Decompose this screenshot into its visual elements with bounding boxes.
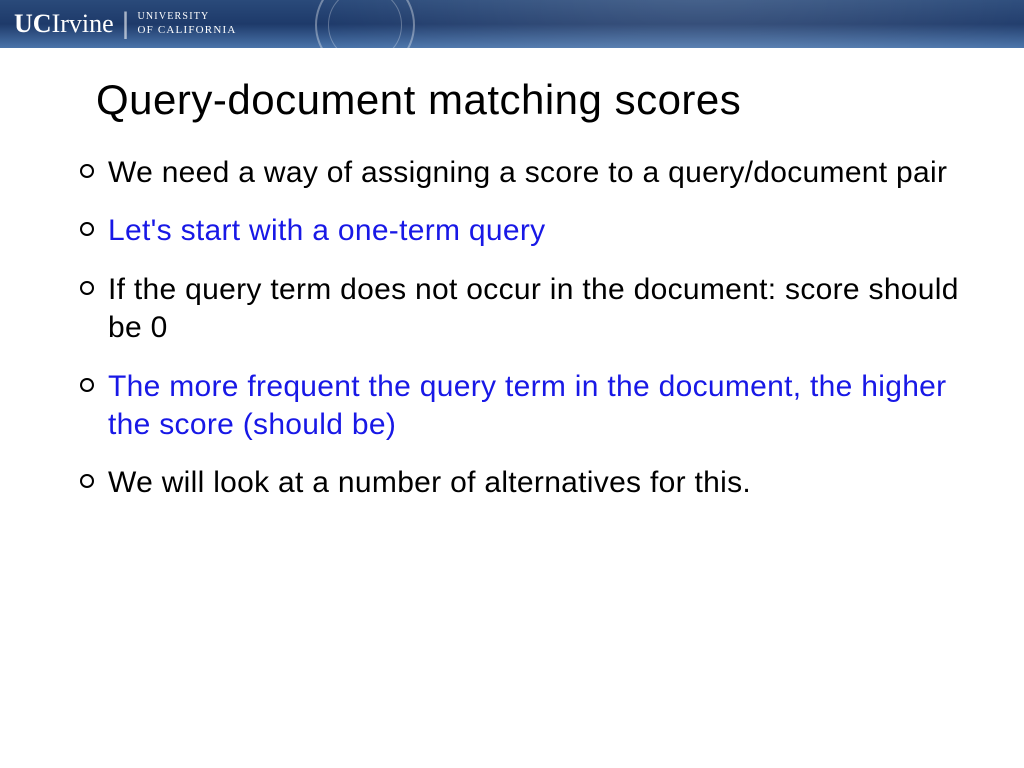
slide-title: Query-document matching scores [96,76,964,124]
bullet-item: If the query term does not occur in the … [80,271,964,348]
bullet-text: Let's start with a one-term query [108,212,545,250]
header-banner: UCIrvine | UNIVERSITY OF CALIFORNIA E R … [0,0,1024,48]
bullet-item: The more frequent the query term in the … [80,368,964,445]
logo-irvine: Irvine [52,9,114,38]
bullet-marker-icon [80,378,94,392]
logo-uc: UC [14,9,52,38]
logo-subtitle: UNIVERSITY OF CALIFORNIA [137,10,236,37]
bullet-marker-icon [80,222,94,236]
bullet-text: The more frequent the query term in the … [108,368,964,445]
uci-logo: UCIrvine [14,9,114,39]
bullet-item: We will look at a number of alternatives… [80,464,964,502]
bullet-marker-icon [80,281,94,295]
slide-content: Query-document matching scores We need a… [0,48,1024,503]
bullet-item: We need a way of assigning a score to a … [80,154,964,192]
logo-divider: | [122,7,130,41]
bullet-text: If the query term does not occur in the … [108,271,964,348]
bullet-marker-icon [80,474,94,488]
bullet-marker-icon [80,164,94,178]
bullet-text: We need a way of assigning a score to a … [108,154,947,192]
bullet-item: Let's start with a one-term query [80,212,964,250]
logo-sub-2: OF CALIFORNIA [137,23,236,37]
bullet-text: We will look at a number of alternatives… [108,464,751,502]
university-seal-icon: E R S I T 1 8 6 8 [315,0,415,48]
logo-sub-1: UNIVERSITY [137,10,236,23]
